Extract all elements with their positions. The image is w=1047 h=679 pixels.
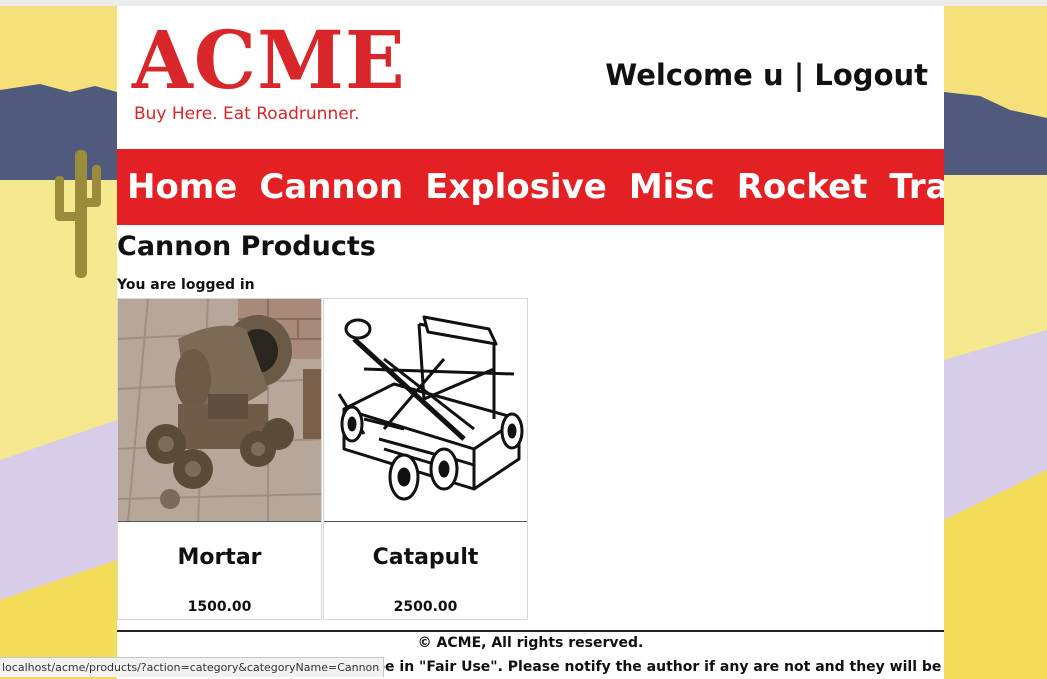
product-price: 2500.00 [393,599,458,615]
product-name: Catapult [372,545,479,570]
nav-item-explosive[interactable]: Explosive [425,167,607,207]
account-area: Welcome u | Logout [605,58,928,92]
site-header: ACME Buy Here. Eat Roadrunner. Welcome u… [117,6,944,149]
copyright-text: © ACME, All rights reserved. [417,635,644,651]
product-price: 1500.00 [187,599,252,615]
product-name: Mortar [177,545,262,570]
main-navigation: Home Cannon Explosive Misc Rocket Trap [117,149,944,225]
fair-use-notice: be in "Fair Use". Please notify the auth… [375,659,942,675]
page-title: Cannon Products [117,231,376,262]
nav-item-home[interactable]: Home [127,167,237,207]
mortar-photo [118,299,321,521]
catapult-drawing [324,299,527,521]
catapult-image[interactable] [324,299,527,522]
acme-logo[interactable]: ACME Buy Here. Eat Roadrunner. [132,20,411,124]
nav-item-trap[interactable]: Trap [889,167,944,207]
product-card-catapult[interactable]: Catapult 2500.00 [323,298,528,620]
browser-status-bar-url: localhost/acme/products/?action=category… [0,657,385,677]
footer-divider [117,630,944,632]
page-container: ACME Buy Here. Eat Roadrunner. Welcome u… [117,6,944,679]
nav-item-rocket[interactable]: Rocket [737,167,868,207]
nav-item-misc[interactable]: Misc [629,167,715,207]
account-separator: | [793,58,805,92]
logo-tagline: Buy Here. Eat Roadrunner. [134,104,360,124]
mortar-image[interactable] [118,299,321,522]
login-status-text: You are logged in [117,277,255,293]
welcome-message: Welcome u [605,58,784,92]
product-card-mortar[interactable]: Mortar 1500.00 [117,298,322,620]
product-grid: Mortar 1500.00 Catapult 2500.00 [117,298,528,620]
nav-item-cannon[interactable]: Cannon [259,167,403,207]
logo-title: ACME [132,13,406,107]
logout-link[interactable]: Logout [814,58,928,92]
